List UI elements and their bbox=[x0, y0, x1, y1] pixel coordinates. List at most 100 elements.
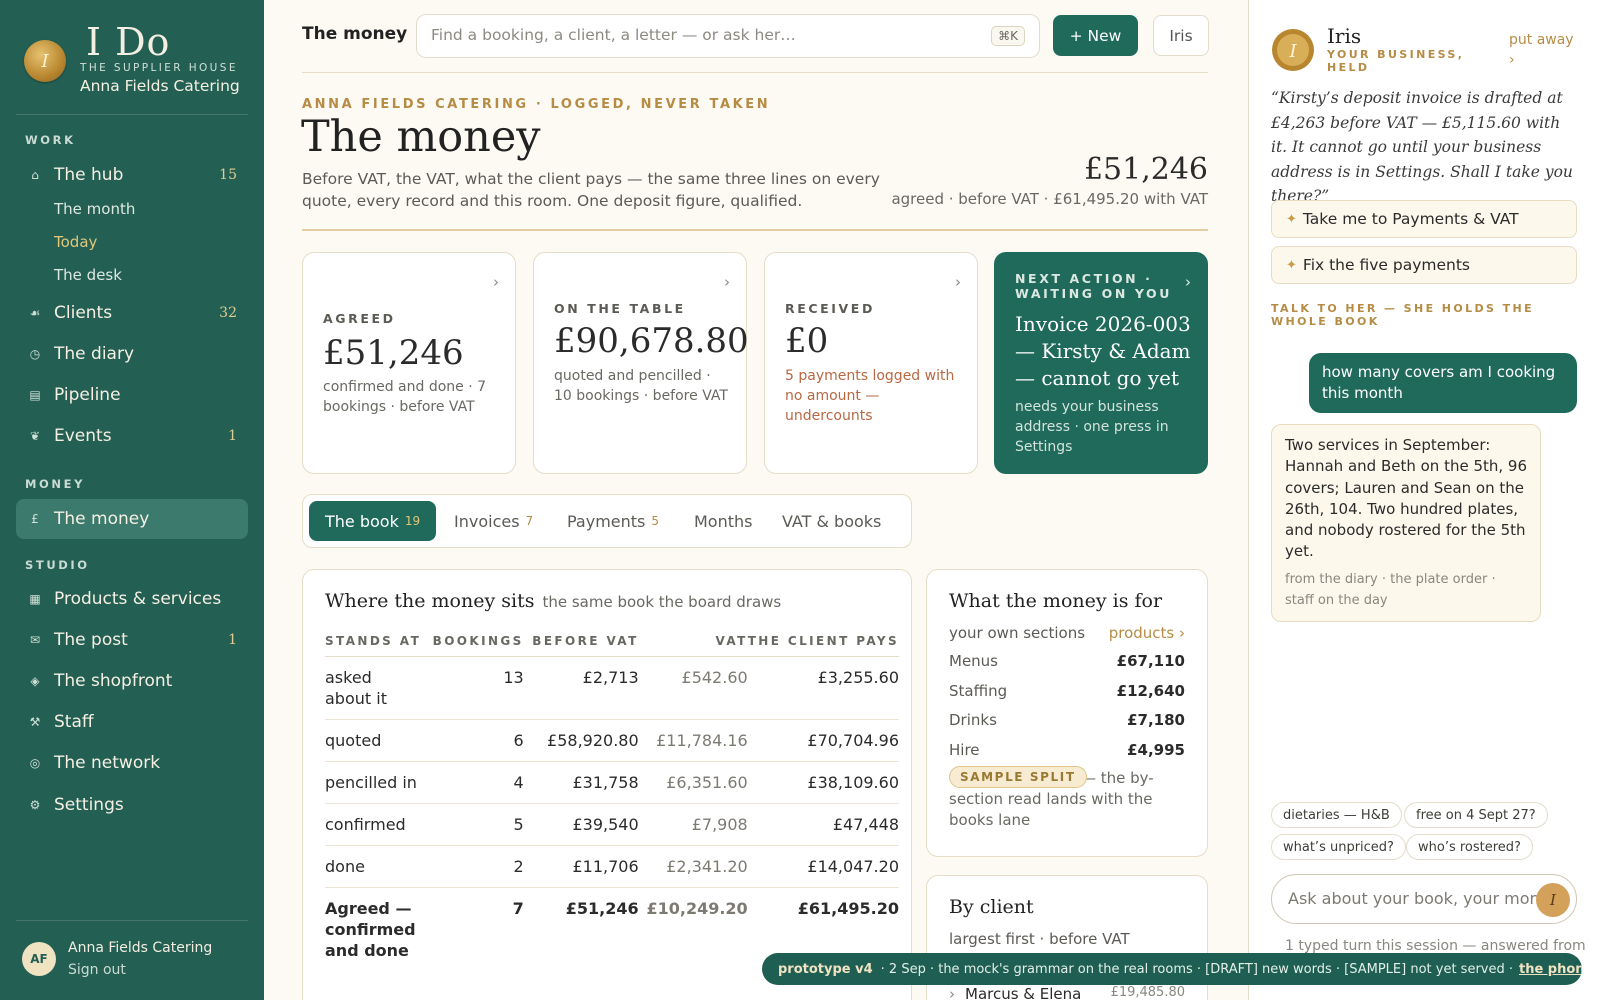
cell-stage: Agreed — confirmed and done bbox=[325, 899, 416, 960]
purpose-amount: £7,180 bbox=[1127, 711, 1185, 729]
sidebar-item-staff[interactable]: ⚒ Staff bbox=[16, 702, 248, 742]
suggestion-chip[interactable]: dietaries — H&B bbox=[1271, 802, 1402, 828]
table-row[interactable]: asked about it 13 £2,713 £542.60 £3,255.… bbox=[325, 656, 899, 720]
sign-out-link[interactable]: Sign out bbox=[68, 962, 126, 978]
suggestion-chip[interactable]: who’s rostered? bbox=[1406, 834, 1533, 860]
topbar-title: The money bbox=[302, 24, 408, 44]
sidebar-item-shopfront[interactable]: ◈ The shopfront bbox=[16, 661, 248, 701]
table-row[interactable]: confirmed 5 £39,540 £7,908 £47,448 bbox=[325, 803, 899, 846]
cell-client-pays: £38,109.60 bbox=[747, 761, 899, 804]
card-value: £51,246 bbox=[323, 333, 464, 373]
client-row[interactable]: › Marcus & Elena £19,485.80 bbox=[949, 985, 1185, 1000]
send-button[interactable]: I bbox=[1536, 883, 1570, 917]
brand[interactable]: I I Do THE SUPPLIER HOUSE Anna Fields Ca… bbox=[24, 22, 244, 102]
products-link[interactable]: products › bbox=[1109, 624, 1185, 642]
sidebar-item-label: The network bbox=[54, 753, 161, 773]
purpose-title: What the money is for bbox=[949, 590, 1163, 612]
iris-quote: “Kirsty’s deposit invoice is drafted at … bbox=[1271, 89, 1573, 205]
session-footer: 1 typed turn this session — answered fro… bbox=[1285, 938, 1586, 954]
clients-icon: ☙ bbox=[29, 306, 41, 320]
cell-vat: £11,784.16 bbox=[638, 719, 748, 762]
page-eyebrow: ANNA FIELDS CATERING · LOGGED, NEVER TAK… bbox=[302, 97, 771, 112]
sidebar-item-network[interactable]: ◎ The network bbox=[16, 743, 248, 783]
card-note: needs your business address · one press … bbox=[1015, 399, 1169, 455]
suggestion-chip[interactable]: free on 4 Sept 27? bbox=[1404, 802, 1548, 828]
sidebar-item-diary[interactable]: ◷ The diary bbox=[16, 334, 248, 374]
iris-ask-input[interactable]: Ask about your book, your month I bbox=[1271, 874, 1577, 924]
card-received[interactable]: › RECEIVED £0 5 payments logged with no … bbox=[764, 252, 978, 474]
cell-stage: done bbox=[325, 845, 422, 888]
tab-label: Payments bbox=[567, 511, 646, 531]
tab-vat-and-books[interactable]: VAT & books bbox=[766, 501, 897, 541]
chevron-right-icon: › bbox=[955, 273, 961, 291]
iris-name: Iris bbox=[1327, 24, 1362, 48]
sidebar-subitem-today[interactable]: Today bbox=[54, 233, 97, 251]
put-away-button[interactable]: put away › bbox=[1509, 30, 1579, 70]
phone-link[interactable]: the phone › bbox=[1519, 962, 1582, 977]
purpose-label: Hire bbox=[949, 741, 980, 759]
cell-client-pays: £14,047.20 bbox=[747, 845, 899, 888]
book-title: Where the money sits the same book the bo… bbox=[325, 590, 781, 612]
card-on-the-table[interactable]: › ON THE TABLE £90,678.80 quoted and pen… bbox=[533, 252, 749, 474]
action-payments-vat[interactable]: ✦ Take me to Payments & VAT bbox=[1271, 200, 1577, 238]
table-row[interactable]: pencilled in 4 £31,758 £6,351.60 £38,109… bbox=[325, 761, 899, 804]
search-input[interactable]: Find a booking, a client, a letter — or … bbox=[416, 14, 1040, 58]
card-next-action[interactable]: › NEXT ACTION · WAITING ON YOU Invoice 2… bbox=[994, 252, 1208, 474]
cell-vat: £542.60 bbox=[638, 656, 748, 720]
talk-label: TALK TO HER — SHE HOLDS THE WHOLE BOOK bbox=[1271, 302, 1535, 328]
book-title-text: Where the money sits bbox=[325, 590, 535, 612]
table-row[interactable]: quoted 6 £58,920.80 £11,784.16 £70,704.9… bbox=[325, 719, 899, 762]
col-client-pays: THE CLIENT PAYS bbox=[747, 630, 899, 657]
table-row[interactable]: done 2 £11,706 £2,341.20 £14,047.20 bbox=[325, 845, 899, 888]
iris-assistant-panel: I Iris YOUR BUSINESS, HELD put away › “K… bbox=[1248, 0, 1600, 1000]
sidebar-item-settings[interactable]: ⚙ Settings bbox=[16, 785, 248, 825]
by-client-title: By client bbox=[949, 896, 1034, 918]
purpose-label: Staffing bbox=[949, 682, 1008, 700]
agreed-total-caption: agreed · before VAT · £61,495.20 with VA… bbox=[891, 190, 1208, 208]
sidebar-subitem-month[interactable]: The month bbox=[54, 200, 135, 218]
main-content: The money Find a booking, a client, a le… bbox=[264, 0, 1248, 1000]
sidebar-item-label: Staff bbox=[54, 712, 94, 732]
agreed-total: £51,246 bbox=[1083, 152, 1208, 187]
action-label: Take me to Payments & VAT bbox=[1302, 210, 1519, 228]
iris-button[interactable]: Iris bbox=[1153, 15, 1209, 56]
new-button[interactable]: + New bbox=[1053, 15, 1138, 56]
tab-invoices[interactable]: Invoices 7 bbox=[438, 501, 549, 541]
tab-the-book[interactable]: The book 19 bbox=[309, 501, 437, 541]
sidebar-item-count: 32 bbox=[219, 305, 237, 321]
sidebar-item-post[interactable]: ✉ The post 1 bbox=[16, 620, 248, 660]
sidebar-item-money[interactable]: £ The money bbox=[16, 499, 248, 539]
search-placeholder: Find a booking, a client, a letter — or … bbox=[431, 26, 796, 44]
cell-vat: £2,341.20 bbox=[638, 845, 748, 888]
client-name: Marcus & Elena bbox=[965, 985, 1082, 1000]
card-agreed[interactable]: › AGREED £51,246 confirmed and done · 7 … bbox=[302, 252, 516, 474]
tab-label: The book bbox=[325, 511, 399, 531]
book-panel: Where the money sits the same book the bo… bbox=[302, 569, 912, 1000]
card-label: NEXT ACTION · WAITING ON YOU bbox=[1015, 271, 1173, 301]
sidebar-item-label: Pipeline bbox=[54, 385, 121, 405]
page-intro: Before VAT, the VAT, what the client pay… bbox=[302, 170, 880, 210]
iris-reply-source: from the diary · the plate order · staff… bbox=[1285, 571, 1496, 608]
sparkle-icon: ✦ bbox=[1286, 211, 1297, 227]
cell-before-vat: £39,540 bbox=[523, 803, 639, 846]
sidebar-item-pipeline[interactable]: ▤ Pipeline bbox=[16, 375, 248, 415]
network-icon: ◎ bbox=[29, 756, 41, 770]
card-warning-note: 5 payments logged with no amount — under… bbox=[785, 368, 955, 424]
col-bookings: BOOKINGS bbox=[421, 630, 524, 657]
suggestion-chip[interactable]: what’s unpriced? bbox=[1271, 834, 1406, 860]
sidebar-item-clients[interactable]: ☙ Clients 32 bbox=[16, 293, 248, 333]
action-fix-payments[interactable]: ✦ Fix the five payments bbox=[1271, 246, 1577, 284]
sidebar-subitem-desk[interactable]: The desk bbox=[54, 266, 122, 284]
tab-months[interactable]: Months bbox=[678, 501, 768, 541]
divider bbox=[302, 72, 1208, 73]
prototype-text: · 2 Sep · the mock's grammar on the real… bbox=[880, 961, 1513, 977]
sidebar-item-events[interactable]: ❦ Events 1 bbox=[16, 416, 248, 456]
purpose-row: Staffing £12,640 bbox=[949, 682, 1185, 704]
sidebar-item-products[interactable]: ▦ Products & services bbox=[16, 579, 248, 619]
purpose-amount: £12,640 bbox=[1116, 682, 1185, 700]
prototype-banner: prototype v4 · 2 Sep · the mock's gramma… bbox=[762, 953, 1582, 985]
col-vat: VAT bbox=[638, 630, 748, 657]
tab-payments[interactable]: Payments 5 bbox=[551, 501, 675, 541]
by-client-subtitle: largest first · before VAT bbox=[949, 930, 1130, 948]
sidebar-item-hub[interactable]: ⌂ The hub 15 bbox=[16, 155, 248, 195]
